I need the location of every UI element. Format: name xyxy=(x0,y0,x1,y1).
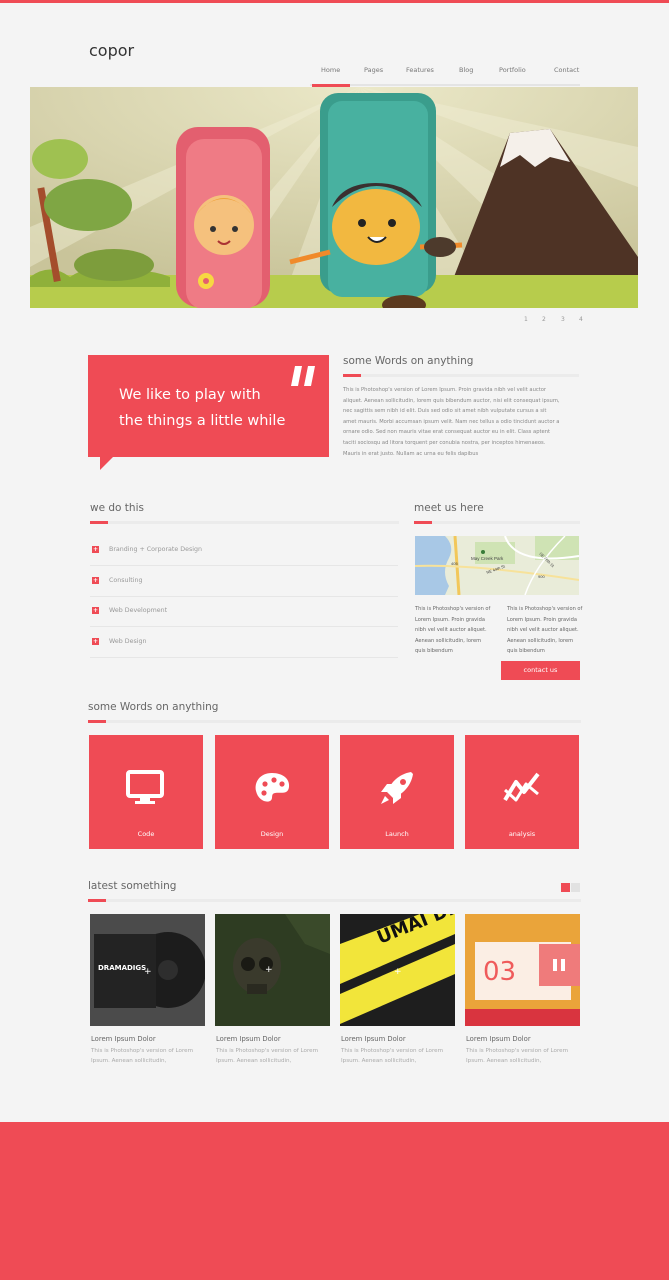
svg-text:+: + xyxy=(265,965,273,975)
map-label-405: 405 xyxy=(451,561,458,566)
map-label-park: May Creek Park xyxy=(471,556,504,561)
main-nav: Home Pages Features Blog Portfolio Conta… xyxy=(310,66,580,87)
about-title: some Words on anything xyxy=(343,355,474,367)
service-label: Branding + Corporate Design xyxy=(109,546,202,553)
map-label-900: 900 xyxy=(538,574,545,579)
svg-text:+: + xyxy=(394,967,402,977)
rocket-icon xyxy=(381,772,413,804)
plus-icon: + xyxy=(92,638,99,645)
meet-title: meet us here xyxy=(414,502,484,514)
services-title: we do this xyxy=(90,502,144,514)
nav-home[interactable]: Home xyxy=(321,66,340,74)
top-accent-bar xyxy=(0,0,669,3)
about-rule-accent xyxy=(343,374,361,377)
location-map[interactable]: May Creek Park 900 405 NE 44th St SE 76t… xyxy=(415,536,579,595)
latest-item-desc-2: This is Photoshop's version of Lorem Ips… xyxy=(216,1048,319,1064)
svg-text:+: + xyxy=(144,967,152,977)
meet-rule xyxy=(414,521,580,524)
services-rule xyxy=(90,521,399,524)
service-label: Web Development xyxy=(109,607,168,614)
palette-icon xyxy=(255,773,290,802)
latest-item-desc-1: This is Photoshop's version of Lorem Ips… xyxy=(91,1048,194,1064)
service-item-web-development[interactable]: + Web Development xyxy=(90,596,398,627)
feature-tile-analysis[interactable]: analysis xyxy=(465,735,579,849)
service-item-branding[interactable]: + Branding + Corporate Design xyxy=(90,535,398,566)
calendar-image: 03 xyxy=(465,914,580,1026)
latest-next-button[interactable] xyxy=(571,883,580,892)
hero-pager-3[interactable]: 3 xyxy=(561,316,565,323)
quote-marks-icon xyxy=(291,366,315,386)
latest-rule-accent xyxy=(88,899,106,902)
hero-pager-4[interactable]: 4 xyxy=(579,316,583,323)
latest-thumb-1[interactable]: DRAMADIGS + xyxy=(90,914,205,1026)
quote-tail xyxy=(100,456,114,470)
latest-rule xyxy=(88,899,581,902)
tile-label: Code xyxy=(137,830,155,838)
meet-text-1: This is Photoshop's version of Lorem Ips… xyxy=(415,606,491,654)
nav-underline xyxy=(310,84,580,86)
meet-text-2: This is Photoshop's version of Lorem Ips… xyxy=(507,606,583,654)
nav-pages[interactable]: Pages xyxy=(364,66,383,74)
tile-label: Design xyxy=(260,830,284,838)
latest-item-desc-4: This is Photoshop's version of Lorem Ips… xyxy=(466,1048,569,1064)
monitor-icon xyxy=(126,770,164,804)
features-rule-accent xyxy=(88,720,106,723)
about-rule xyxy=(343,374,579,377)
tape-image: UMAI DR. HOU + xyxy=(340,914,455,1026)
quote-text: We like to play with the things a little… xyxy=(119,382,309,434)
plus-icon: + xyxy=(92,577,99,584)
plus-icon: + xyxy=(92,607,99,614)
features-rule xyxy=(88,720,581,723)
service-item-consulting[interactable]: + Consulting xyxy=(90,566,398,597)
latest-item-title-4[interactable]: Lorem Ipsum Dolor xyxy=(466,1035,531,1043)
latest-thumb-4[interactable]: 03 xyxy=(465,914,580,1026)
footer xyxy=(0,1122,669,1280)
map-graphic: May Creek Park 900 405 NE 44th St SE 76t… xyxy=(415,536,579,595)
quote-line-1: We like to play with xyxy=(119,387,261,403)
nav-features[interactable]: Features xyxy=(406,66,434,74)
service-item-web-design[interactable]: + Web Design xyxy=(90,627,398,658)
quote-box: We like to play with the things a little… xyxy=(88,355,329,457)
plus-icon: + xyxy=(92,546,99,553)
latest-prev-button[interactable] xyxy=(561,883,570,892)
services-rule-accent xyxy=(90,521,108,524)
service-label: Web Design xyxy=(109,638,147,645)
nav-portfolio[interactable]: Portfolio xyxy=(499,66,526,74)
calendar-number: 03 xyxy=(483,957,516,987)
quote-line-2: the things a little while xyxy=(119,413,286,429)
contact-us-button[interactable]: contact us xyxy=(501,661,580,680)
latest-thumb-2[interactable]: + xyxy=(215,914,330,1026)
feature-tile-design[interactable]: Design xyxy=(215,735,329,849)
hero-pager-2[interactable]: 2 xyxy=(542,316,546,323)
latest-item-title-1[interactable]: Lorem Ipsum Dolor xyxy=(91,1035,156,1043)
latest-item-desc-3: This is Photoshop's version of Lorem Ips… xyxy=(341,1048,444,1064)
latest-thumb-3[interactable]: UMAI DR. HOU + xyxy=(340,914,455,1026)
tile-label: analysis xyxy=(508,830,536,838)
feature-tile-code[interactable]: Code xyxy=(89,735,203,849)
service-label: Consulting xyxy=(109,577,143,584)
latest-title: latest something xyxy=(88,880,177,892)
hero-pager-1[interactable]: 1 xyxy=(524,316,528,323)
nav-contact[interactable]: Contact xyxy=(554,66,579,74)
nav-blog[interactable]: Blog xyxy=(459,66,473,74)
vinyl-album-image: DRAMADIGS + xyxy=(90,914,205,1026)
latest-item-title-2[interactable]: Lorem Ipsum Dolor xyxy=(216,1035,281,1043)
hero-illustration xyxy=(30,87,638,308)
latest-item-title-3[interactable]: Lorem Ipsum Dolor xyxy=(341,1035,406,1043)
album-text: DRAMADIGS xyxy=(98,964,146,972)
chart-icon xyxy=(503,772,540,802)
tile-label: Launch xyxy=(385,830,409,838)
hero-banner xyxy=(30,87,638,308)
skull-image: + xyxy=(215,914,330,1026)
features-title: some Words on anything xyxy=(88,701,219,713)
feature-tile-launch[interactable]: Launch xyxy=(340,735,454,849)
site-logo[interactable]: copor xyxy=(89,41,134,60)
about-text: This is Photoshop's version of Lorem Ips… xyxy=(343,387,560,457)
meet-rule-accent xyxy=(414,521,432,524)
